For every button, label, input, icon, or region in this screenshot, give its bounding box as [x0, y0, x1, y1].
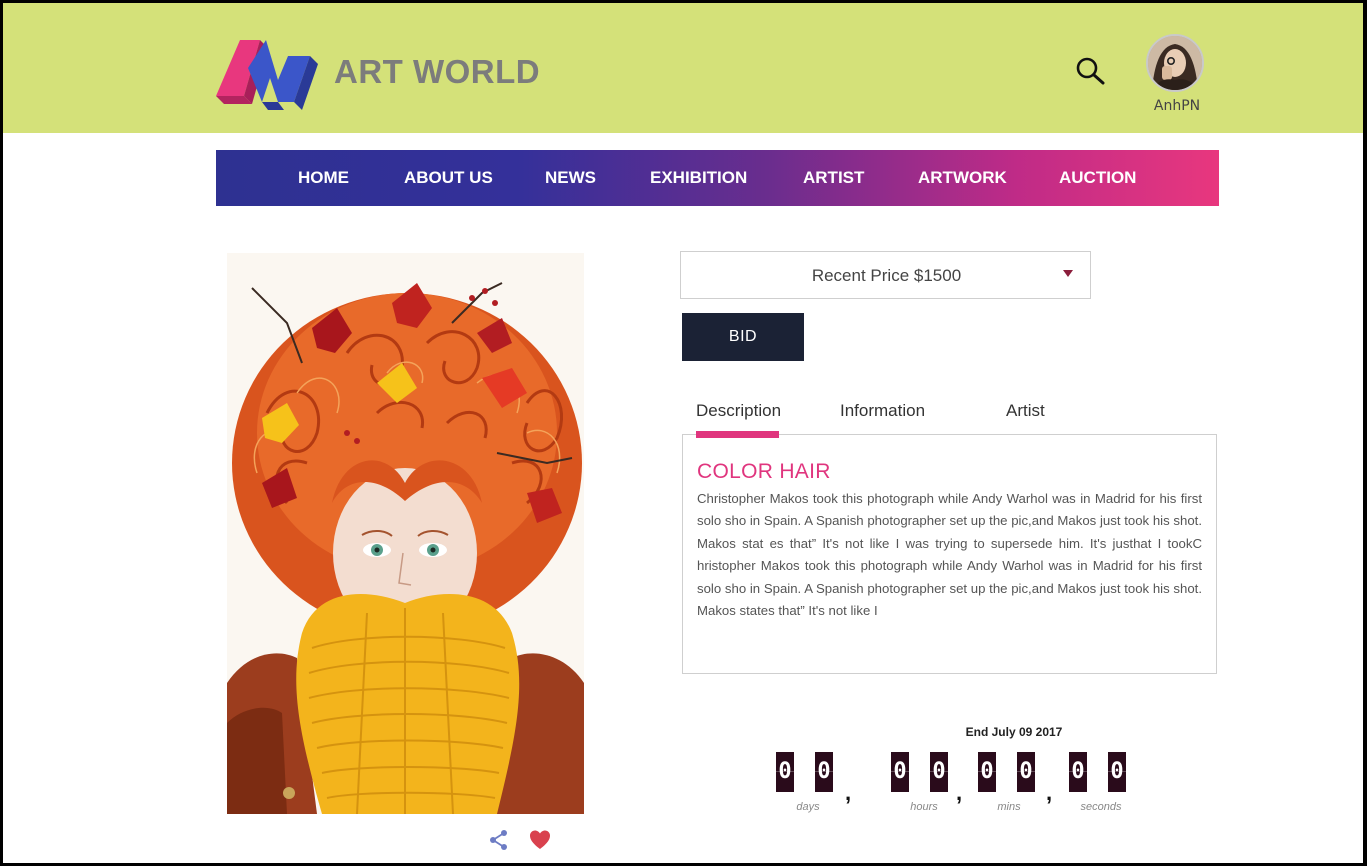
countdown-seconds-digit: 0 — [1108, 752, 1126, 792]
price-dropdown[interactable]: Recent Price $1500 — [680, 251, 1091, 299]
artwork-image — [227, 253, 584, 814]
share-icon[interactable] — [488, 829, 510, 851]
nav-item-about-us[interactable]: ABOUT US — [404, 150, 493, 206]
search-icon[interactable] — [1074, 55, 1106, 87]
tab-artist[interactable]: Artist — [1006, 401, 1045, 421]
countdown-seconds-label: seconds — [1080, 801, 1122, 813]
countdown-mins-digit: 0 — [978, 752, 996, 792]
main-nav: HOME ABOUT US NEWS EXHIBITION ARTIST ART… — [216, 150, 1219, 206]
username-label[interactable]: AnhPN — [1150, 98, 1204, 114]
nav-item-artwork[interactable]: ARTWORK — [918, 150, 1007, 206]
countdown-days-digit: 0 — [776, 752, 794, 792]
countdown-separator: , — [1046, 780, 1053, 805]
artwork-description: Christopher Makos took this photograph w… — [697, 491, 1202, 619]
countdown-days-label: days — [796, 801, 820, 813]
nav-item-news[interactable]: NEWS — [545, 150, 596, 206]
countdown-separator: , — [845, 780, 852, 805]
nav-item-home[interactable]: HOME — [298, 150, 349, 206]
dropdown-caret-icon — [1063, 270, 1073, 277]
tab-information[interactable]: Information — [840, 401, 925, 421]
countdown-hours-label: hours — [910, 801, 938, 813]
countdown-hours-digit: 0 — [891, 752, 909, 792]
auction-end-date: End July 09 2017 — [965, 725, 1063, 739]
nav-item-artist[interactable]: ARTIST — [803, 150, 864, 206]
active-tab-indicator — [696, 431, 779, 438]
site-header: ART WORLD AnhPN — [0, 0, 1367, 133]
tab-description[interactable]: Description — [696, 401, 781, 421]
heart-icon[interactable] — [529, 829, 551, 851]
artwork-title: COLOR HAIR — [697, 460, 831, 483]
countdown-hours-digit: 0 — [930, 752, 948, 792]
art-world-logo[interactable] — [214, 34, 326, 114]
countdown-days-digit: 0 — [815, 752, 833, 792]
countdown-separator: , — [956, 780, 963, 805]
countdown-mins-digit: 0 — [1017, 752, 1035, 792]
nav-item-auction[interactable]: AUCTION — [1059, 150, 1136, 206]
user-avatar[interactable] — [1146, 34, 1204, 92]
countdown-mins-label: mins — [997, 801, 1021, 813]
countdown-seconds-digit: 0 — [1069, 752, 1087, 792]
nav-item-exhibition[interactable]: EXHIBITION — [650, 150, 747, 206]
price-dropdown-value: Recent Price $1500 — [811, 266, 962, 285]
brand-name[interactable]: ART WORLD — [334, 53, 540, 91]
bid-button[interactable]: BID — [682, 313, 804, 361]
